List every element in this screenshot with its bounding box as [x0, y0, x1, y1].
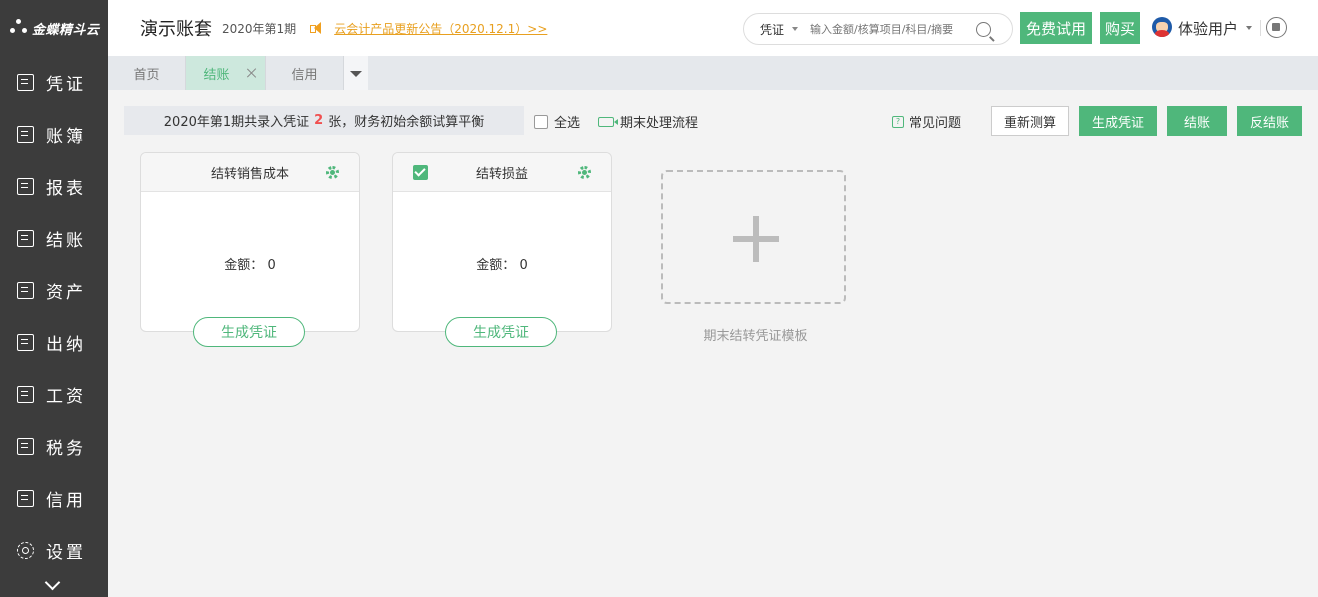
card-header: 结转销售成本 — [141, 153, 359, 192]
search-type-select[interactable]: 凭证 — [760, 21, 784, 38]
sidebar-item-label: 设置 — [46, 542, 86, 563]
search-icon[interactable] — [976, 21, 992, 37]
add-template-button[interactable] — [661, 170, 846, 304]
card-amount: 金额： 0 — [393, 254, 611, 273]
closing-summary: 2020年第1期共录入凭证 2 张，财务初始余额试算平衡 — [124, 106, 524, 135]
video-icon — [598, 116, 618, 127]
card-title: 结转损益 — [475, 166, 528, 182]
sidebar-item-label: 账簿 — [46, 126, 86, 147]
close-icon[interactable] — [247, 68, 257, 78]
ledger-icon — [17, 125, 34, 143]
amount-label: 金额： — [476, 258, 516, 273]
sidebar: 金蝶精斗云 凭证 账簿 报表 结账 资产 出纳 工资 税务 信用 设置 — [0, 0, 108, 597]
tax-icon — [17, 437, 34, 455]
plus-icon — [733, 216, 779, 262]
card-generate-voucher-button[interactable]: 生成凭证 — [193, 317, 305, 347]
period-end-flow-link[interactable]: 期末处理流程 — [598, 112, 698, 131]
add-template-label: 期末结转凭证模板 — [703, 329, 808, 344]
help-icon: ? — [892, 115, 904, 128]
faq-label: 常见问题 — [909, 116, 962, 131]
tab-home[interactable]: 首页 — [108, 56, 186, 90]
card-header: 结转损益 — [393, 153, 611, 192]
user-name[interactable]: 体验用户 — [1178, 18, 1238, 39]
search-box: 凭证 — [743, 13, 1013, 45]
gear-icon[interactable] — [578, 166, 591, 179]
voucher-count: 2 — [314, 113, 324, 128]
account-title[interactable]: 演示账套 — [140, 15, 212, 41]
recalculate-button[interactable]: 重新测算 — [991, 106, 1069, 136]
tab-bar: 首页 结账 信用 — [108, 56, 1318, 90]
report-icon — [17, 177, 34, 195]
select-all-checkbox[interactable]: 全选 — [534, 112, 580, 131]
avatar[interactable] — [1152, 17, 1172, 37]
close-period-button[interactable]: 结账 — [1167, 106, 1227, 136]
tab-credit[interactable]: 信用 — [266, 56, 344, 90]
card-amount: 金额： 0 — [141, 254, 359, 273]
skin-theme-icon[interactable] — [1266, 17, 1287, 38]
sidebar-item-label: 资产 — [46, 282, 86, 303]
tab-closing[interactable]: 结账 — [186, 56, 266, 90]
top-header: 演示账套 2020年第1期 云会计产品更新公告（2020.12.1）>> 凭证 … — [108, 0, 1318, 56]
sidebar-item-salary[interactable]: 工资 — [0, 368, 108, 420]
card-title: 结转销售成本 — [210, 166, 289, 182]
amount-label: 金额： — [224, 258, 264, 273]
tab-more-dropdown-icon[interactable] — [344, 56, 368, 90]
amount-value: 0 — [267, 258, 276, 273]
sidebar-item-cashier[interactable]: 出纳 — [0, 316, 108, 368]
tab-label: 首页 — [133, 67, 160, 83]
closing-icon — [17, 229, 34, 247]
gear-icon[interactable] — [326, 166, 339, 179]
sidebar-item-label: 信用 — [46, 490, 86, 511]
buy-button[interactable]: 购买 — [1100, 12, 1140, 44]
sidebar-item-ledger[interactable]: 账簿 — [0, 108, 108, 160]
generate-voucher-button[interactable]: 生成凭证 — [1079, 106, 1157, 136]
app-logo[interactable]: 金蝶精斗云 — [0, 0, 108, 56]
free-trial-button[interactable]: 免费试用 — [1020, 12, 1092, 44]
asset-icon — [17, 281, 34, 299]
sidebar-item-tax[interactable]: 税务 — [0, 420, 108, 472]
sidebar-item-settings[interactable]: 设置 — [0, 524, 108, 576]
speaker-icon — [310, 22, 322, 34]
logo-mark-icon — [10, 19, 28, 37]
select-all-label: 全选 — [554, 116, 581, 131]
sidebar-item-label: 工资 — [46, 386, 86, 407]
voucher-icon — [17, 73, 34, 91]
caret-down-icon[interactable] — [792, 27, 799, 31]
carryover-card-profit-loss: 结转损益 金额： 0 生成凭证 — [392, 152, 612, 347]
card-generate-voucher-button[interactable]: 生成凭证 — [445, 317, 557, 347]
search-input[interactable] — [810, 22, 973, 36]
logo-text: 金蝶精斗云 — [32, 22, 100, 38]
period-label: 2020年第1期 — [222, 21, 297, 36]
carryover-card-sales-cost: 结转销售成本 金额： 0 生成凭证 — [140, 152, 360, 347]
sidebar-item-asset[interactable]: 资产 — [0, 264, 108, 316]
caret-down-icon[interactable] — [1246, 26, 1252, 30]
salary-icon — [17, 385, 34, 403]
summary-suffix: 张，财务初始余额试算平衡 — [328, 115, 485, 130]
notice-link[interactable]: 云会计产品更新公告（2020.12.1）>> — [334, 20, 547, 37]
sidebar-item-closing[interactable]: 结账 — [0, 212, 108, 264]
flow-link-label: 期末处理流程 — [620, 116, 699, 131]
header-divider — [1260, 20, 1261, 36]
sidebar-item-label: 结账 — [46, 230, 86, 251]
tab-label: 信用 — [291, 67, 318, 83]
faq-link[interactable]: ? 常见问题 — [892, 112, 961, 131]
sidebar-item-label: 出纳 — [46, 334, 86, 355]
sidebar-item-label: 报表 — [46, 178, 86, 199]
amount-value: 0 — [519, 258, 528, 273]
reverse-close-button[interactable]: 反结账 — [1237, 106, 1302, 136]
sidebar-item-label: 凭证 — [46, 74, 86, 95]
gear-icon — [17, 541, 34, 559]
checkbox-icon[interactable] — [534, 114, 548, 129]
tab-label: 结账 — [203, 67, 230, 83]
sidebar-item-label: 税务 — [46, 438, 86, 459]
sidebar-item-credit[interactable]: 信用 — [0, 472, 108, 524]
credit-icon — [17, 489, 34, 507]
sidebar-item-voucher[interactable]: 凭证 — [0, 56, 108, 108]
sidebar-item-report[interactable]: 报表 — [0, 160, 108, 212]
cashier-icon — [17, 333, 34, 351]
checkbox-checked-icon[interactable] — [413, 165, 428, 180]
chevron-down-icon[interactable] — [46, 577, 60, 591]
summary-prefix: 2020年第1期共录入凭证 — [163, 115, 310, 130]
